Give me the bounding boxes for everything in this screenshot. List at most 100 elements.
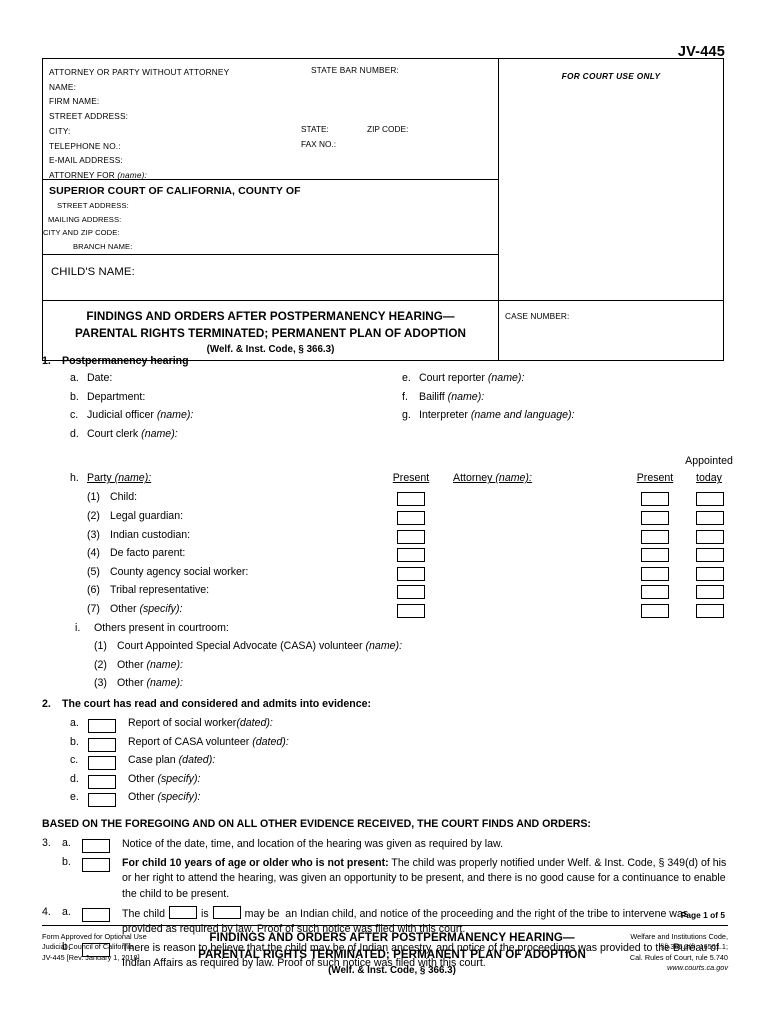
item-date-label: Date: [87, 372, 113, 384]
party-section-letter: h. [70, 472, 79, 485]
item-judicial-officer-hint: (name): [156, 409, 194, 422]
col-appointed-top-label: Appointed [685, 455, 733, 468]
col-attorney-text: Attorney [453, 472, 496, 485]
footer-citation-line3: Cal. Rules of Court, rule 5.740 [629, 952, 728, 962]
checkbox-indian-custodian-present[interactable] [397, 529, 425, 544]
checkbox-child-is-indian-child[interactable] [169, 905, 197, 919]
superior-court-title: SUPERIOR COURT OF CALIFORNIA, COUNTY OF [49, 185, 301, 197]
checkbox-notice-of-hearing-given[interactable] [82, 838, 110, 853]
item-court-reporter-letter: e. [402, 372, 411, 384]
checkbox-child-present[interactable] [397, 492, 425, 507]
based-on-heading: BASED ON THE FOREGOING AND ON ALL OTHER … [42, 817, 591, 830]
evidence-row-other-2-text: Other [128, 791, 158, 804]
section3-row-b[interactable]: b. For child 10 years of age or older wh… [42, 856, 728, 906]
attorney-telephone-label: TELEPHONE NO.: [49, 140, 121, 151]
checkbox-indian-custodian-attorney-appointed-today[interactable] [696, 529, 724, 544]
checkbox-de-facto-parent-attorney-appointed-today[interactable] [696, 548, 724, 563]
checkbox-legal-guardian-attorney-appointed-today[interactable] [696, 510, 724, 525]
checkbox-other-party-attorney-present[interactable] [641, 603, 669, 618]
case-number-box[interactable]: CASE NUMBER: [499, 301, 723, 360]
section4-a-text-part1: The child [122, 907, 165, 920]
evidence-row-casa-letter: b. [70, 735, 79, 748]
section3-b-bold-lead: For child 10 years of age or older who i… [122, 856, 389, 869]
evidence-row-casa-report[interactable]: b. Report of CASA volunteer (dated): [42, 736, 728, 755]
checkbox-child-may-be-indian-child[interactable] [212, 905, 241, 919]
item-bailiff[interactable]: f. Bailiff (name): [402, 391, 732, 410]
item-interpreter-text: Interpreter [419, 409, 471, 422]
evidence-row-case-plan-text: Case plan [128, 754, 179, 767]
superior-court-block[interactable]: SUPERIOR COURT OF CALIFORNIA, COUNTY OF … [43, 180, 498, 255]
checkbox-child-attorney-appointed-today[interactable] [696, 492, 724, 507]
evidence-row-other-2[interactable]: e. Other (specify): [42, 791, 728, 810]
party-row-other[interactable]: (7) Other (specify): [42, 603, 728, 622]
checkbox-evidence-other-2[interactable] [88, 793, 116, 808]
item-interpreter-label: Interpreter (name and language): [419, 409, 575, 421]
others-row-other-2-number: (3) [94, 677, 107, 690]
others-row-other-2-hint: (name): [146, 677, 183, 690]
checkbox-tribal-representative-present[interactable] [397, 585, 425, 600]
others-row-other-1[interactable]: (2) Other (name): [42, 659, 728, 678]
evidence-row-casa-hint: (dated): [252, 735, 289, 748]
others-row-other-2-label: Other (name): [117, 677, 183, 689]
child-name-block[interactable]: CHILD'S NAME: [43, 255, 498, 301]
checkbox-tribal-representative-attorney-present[interactable] [641, 585, 669, 600]
item-court-reporter[interactable]: e. Court reporter (name): [402, 372, 732, 391]
attorney-name-label: NAME: [49, 81, 77, 92]
for-court-use-only-box: FOR COURT USE ONLY [499, 59, 723, 301]
party-row-other-hint: (specify): [139, 602, 183, 615]
checkbox-child-attorney-present[interactable] [641, 492, 669, 507]
attorney-for-row: ATTORNEY FOR (name): [49, 168, 498, 183]
others-row-casa-volunteer[interactable]: (1) Court Appointed Special Advocate (CA… [42, 640, 728, 659]
party-row-legal-guardian-label: Legal guardian: [110, 509, 184, 522]
checkbox-indian-child-notice[interactable] [82, 907, 110, 922]
item-court-reporter-label: Court reporter (name): [419, 372, 524, 384]
item-court-reporter-text: Court reporter [419, 372, 488, 384]
checkbox-case-plan[interactable] [88, 756, 116, 771]
party-row-indian-custodian-number: (3) [87, 528, 100, 541]
party-row-county-agency-social-worker-number: (5) [87, 565, 100, 578]
evidence-row-case-plan-hint: (dated): [178, 754, 216, 767]
checkbox-county-agency-social-worker-attorney-appointed-today[interactable] [696, 566, 724, 581]
others-row-other-2[interactable]: (3) Other (name): [42, 677, 728, 696]
checkbox-county-agency-social-worker-attorney-present[interactable] [641, 566, 669, 581]
court-street-label: STREET ADDRESS: [57, 201, 129, 210]
checkbox-other-party-attorney-appointed-today[interactable] [696, 603, 724, 618]
attorney-block[interactable]: ATTORNEY OR PARTY WITHOUT ATTORNEY NAME:… [43, 59, 498, 180]
evidence-row-case-plan[interactable]: c. Case plan (dated): [42, 754, 728, 773]
checkbox-de-facto-parent-attorney-present[interactable] [641, 548, 669, 563]
section3-row-a[interactable]: 3. a. Notice of the date, time, and loca… [42, 837, 728, 856]
evidence-row-other-1-letter: d. [70, 772, 79, 785]
others-row-other-2-text: Other [117, 677, 147, 690]
checkbox-legal-guardian-attorney-present[interactable] [641, 510, 669, 525]
party-row-county-agency-social-worker[interactable]: (5) County agency social worker: [42, 566, 728, 585]
checkbox-child-10-or-older-not-present[interactable] [82, 857, 110, 872]
party-row-indian-custodian[interactable]: (3) Indian custodian: [42, 529, 728, 548]
item-interpreter[interactable]: g. Interpreter (name and language): [402, 409, 732, 428]
checkbox-evidence-other-1[interactable] [88, 774, 116, 789]
party-row-legal-guardian[interactable]: (2) Legal guardian: [42, 510, 728, 529]
form-title-line2: PARENTAL RIGHTS TERMINATED; PERMANENT PL… [75, 326, 466, 340]
evidence-row-casa-label: Report of CASA volunteer (dated): [128, 736, 289, 748]
attorney-firm-label: FIRM NAME: [49, 96, 100, 107]
evidence-row-social-worker-report[interactable]: a. Report of social worker(dated): [42, 717, 728, 736]
checkbox-indian-custodian-attorney-present[interactable] [641, 529, 669, 544]
party-row-child[interactable]: (1) Child: [42, 491, 728, 510]
party-row-de-facto-parent[interactable]: (4) De facto parent: [42, 547, 728, 566]
checkbox-county-agency-social-worker-present[interactable] [397, 566, 425, 581]
footer-center-block: FINDINGS AND ORDERS AFTER POSTPERMANENCY… [182, 930, 602, 978]
checkbox-other-party-present[interactable] [397, 603, 425, 618]
evidence-row-other-1[interactable]: d. Other (specify): [42, 773, 728, 792]
party-row-tribal-representative[interactable]: (6) Tribal representative: [42, 584, 728, 603]
checkbox-tribal-representative-attorney-appointed-today[interactable] [696, 585, 724, 600]
item-court-clerk[interactable]: d. Court clerk (name): [42, 428, 728, 447]
attorney-for-hint: (name): [117, 169, 147, 180]
section3-a-text: Notice of the date, time, and location o… [122, 837, 504, 850]
item-interpreter-hint: (name and language): [470, 409, 575, 422]
col-appointed-today-label: today [696, 472, 722, 485]
checkbox-report-of-casa-volunteer[interactable] [88, 737, 116, 752]
checkbox-report-of-social-worker[interactable] [88, 718, 116, 733]
item-department-label: Department: [87, 390, 146, 403]
footer-divider [42, 925, 728, 926]
checkbox-legal-guardian-present[interactable] [397, 510, 425, 525]
checkbox-de-facto-parent-present[interactable] [397, 548, 425, 563]
